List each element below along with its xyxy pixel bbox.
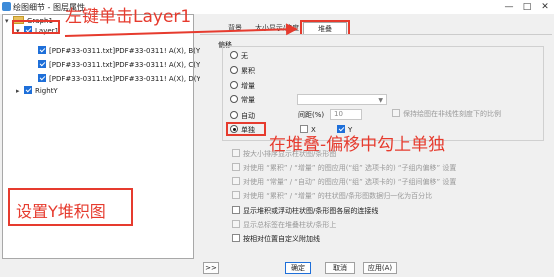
offset-option-auto[interactable]: 自动	[230, 110, 255, 122]
option-checkbox[interactable]	[232, 177, 240, 185]
tree-item-plot[interactable]: [PDF#33-0311.txt]PDF#33-0311! A(X), C(Y	[38, 59, 200, 71]
close-button[interactable]: ✕	[536, 0, 554, 14]
tree-item-plot[interactable]: [PDF#33-0311.txt]PDF#33-0311! A(X), D(Y	[38, 73, 201, 85]
option-subgroup-inner-offset[interactable]: 对使用 “累积” / “增量” 的图应用(“组” 选项卡的) “子组内偏移” 设…	[232, 163, 456, 174]
offset-option-cumulative[interactable]: 累积	[230, 65, 255, 77]
chevron-right-icon[interactable]: ▸	[16, 85, 24, 97]
app-icon	[2, 2, 11, 11]
expand-button[interactable]: >>	[203, 262, 219, 274]
offset-option-constant[interactable]: 常量	[230, 94, 255, 106]
layer-checkbox[interactable]	[24, 86, 32, 94]
keep-ratio-option[interactable]: 保持绘图在非线性刻度下的比例	[392, 109, 501, 120]
ok-button[interactable]: 确定	[285, 262, 311, 274]
annotation-left-click: 左键单击Layer1	[65, 7, 192, 27]
chevron-down-icon: ▼	[378, 97, 383, 104]
option-total-labels[interactable]: 显示总标签在堆叠柱状/条形上	[232, 220, 336, 231]
option-custom-lines[interactable]: 按相对位置自定义附加线	[232, 234, 320, 245]
option-checkbox[interactable]	[232, 234, 240, 242]
plot-checkbox[interactable]	[38, 74, 46, 82]
tab-background[interactable]: 背景	[222, 22, 248, 34]
minimize-button[interactable]: —	[500, 0, 518, 14]
annotation-set-y-stack: 设置Y堆积图	[16, 202, 106, 221]
plot-details-window: 绘图细节 - 图层属性 — □ ✕ ▾ Graph1 ▾ Layer1 [PDF#3…	[0, 0, 554, 277]
radio-button[interactable]	[230, 81, 238, 89]
tree-item-label: [PDF#33-0311.txt]PDF#33-0311! A(X), C(Y	[49, 61, 201, 69]
tab-display-speed[interactable]: 显示/速度	[265, 22, 303, 34]
offset-option-none[interactable]: 无	[230, 50, 248, 62]
option-subgroup-outer-offset[interactable]: 对使用 “常量” / “自动” 的图应用(“组” 选项卡的) “子组间偏移” 设…	[232, 177, 456, 188]
radio-label: 增量	[241, 82, 255, 90]
option-label: 显示堆积或浮动柱状图/条形图各层的连接线	[243, 207, 379, 215]
apply-button[interactable]: 应用(A)	[363, 262, 397, 274]
option-checkbox[interactable]	[232, 191, 240, 199]
radio-button[interactable]	[230, 111, 238, 119]
option-label: 对使用 “常量” / “自动” 的图应用(“组” 选项卡的) “子组间偏移” 设…	[243, 178, 457, 186]
option-connect-lines[interactable]: 显示堆积或浮动柱状图/条形图各层的连接线	[232, 206, 378, 217]
tree-item-plot[interactable]: [PDF#33-0311.txt]PDF#33-0311! A(X), B(Y	[38, 45, 200, 57]
option-normalize-percent[interactable]: 对使用 “累积” / “增量” 的柱状图/条形图数据归一化为百分比	[232, 191, 432, 202]
option-label: 按相对位置自定义附加线	[243, 235, 320, 243]
keep-ratio-label: 保持绘图在非线性刻度下的比例	[403, 110, 501, 118]
maximize-button[interactable]: □	[518, 0, 536, 14]
annotation-box-set-y-stack: 设置Y堆积图	[8, 188, 133, 226]
layer1-highlight-box	[12, 20, 60, 34]
option-label: 对使用 “累积” / “增量” 的柱状图/条形图数据归一化为百分比	[243, 192, 433, 200]
option-checkbox[interactable]	[232, 163, 240, 171]
option-label: 对使用 “累积” / “增量” 的图应用(“组” 选项卡的) “子组内偏移” 设…	[243, 164, 457, 172]
radio-label: 常量	[241, 96, 255, 104]
option-checkbox[interactable]	[232, 149, 240, 157]
plot-checkbox[interactable]	[38, 60, 46, 68]
individual-highlight-box	[226, 122, 266, 136]
radio-button[interactable]	[230, 95, 238, 103]
option-checkbox[interactable]	[232, 206, 240, 214]
keep-ratio-checkbox[interactable]	[392, 109, 400, 117]
radio-button[interactable]	[230, 66, 238, 74]
radio-button[interactable]	[230, 51, 238, 59]
gap-input[interactable]: 10	[330, 109, 362, 120]
cancel-button[interactable]: 取消	[325, 262, 355, 274]
annotation-check-individual: 在堆叠-偏移中勾上单独	[269, 135, 446, 155]
tree-item-label: [PDF#33-0311.txt]PDF#33-0311! A(X), D(Y	[49, 75, 201, 83]
tree-item-label: RightY	[35, 87, 58, 95]
offset-option-increment[interactable]: 增量	[230, 80, 255, 92]
option-label: 显示总标签在堆叠柱状/条形上	[243, 221, 337, 229]
tree-item-label: [PDF#33-0311.txt]PDF#33-0311! A(X), B(Y	[49, 47, 201, 55]
radio-label: 无	[241, 52, 248, 60]
constant-value-select[interactable]: ▼	[297, 94, 387, 105]
radio-label: 自动	[241, 112, 255, 120]
plot-checkbox[interactable]	[38, 46, 46, 54]
tree-item-righty[interactable]: ▸ RightY	[16, 85, 58, 97]
radio-label: 累积	[241, 67, 255, 75]
gap-label: 间距(%)	[298, 111, 325, 119]
option-checkbox[interactable]	[232, 220, 240, 228]
